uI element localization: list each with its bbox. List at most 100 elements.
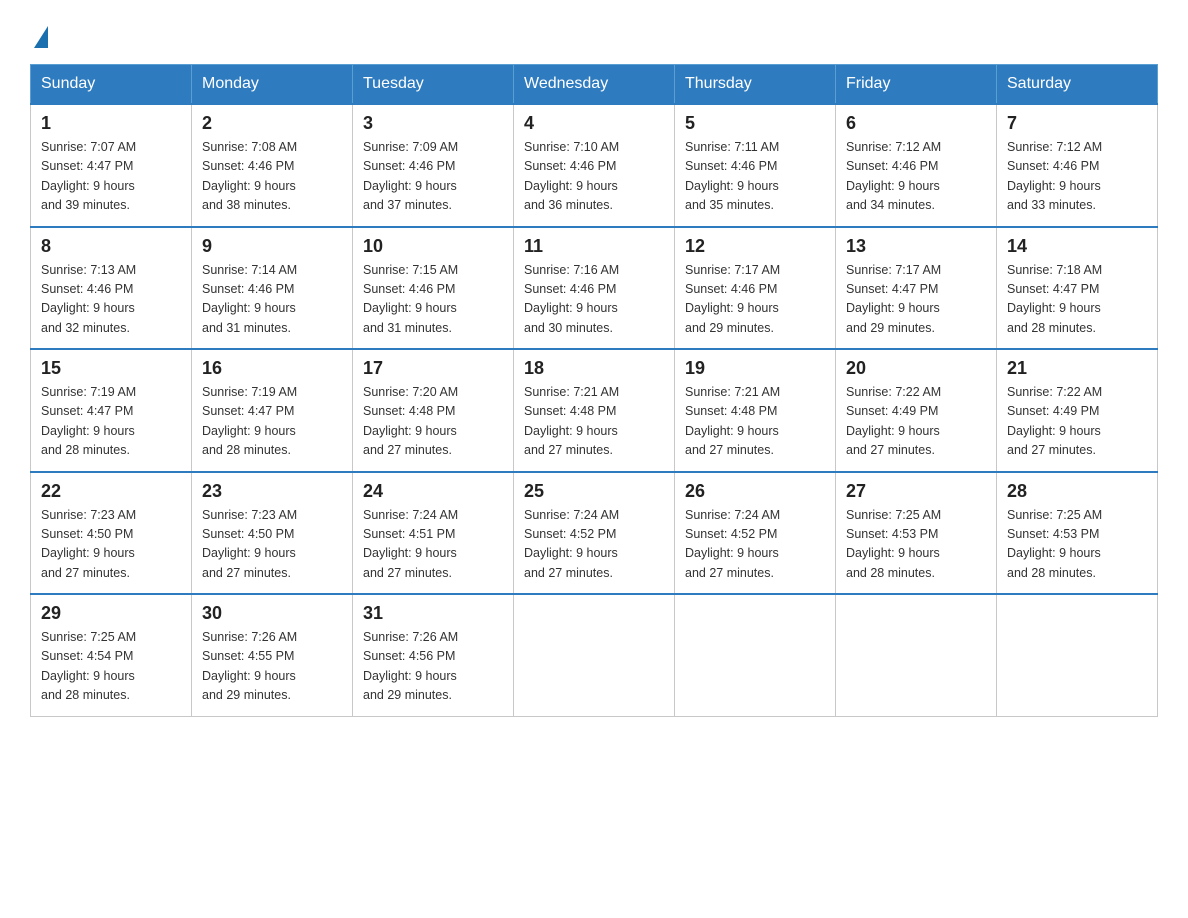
day-info: Sunrise: 7:24 AMSunset: 4:51 PMDaylight:… xyxy=(363,506,503,584)
weekday-header-friday: Friday xyxy=(836,65,997,105)
calendar-cell: 19 Sunrise: 7:21 AMSunset: 4:48 PMDayligh… xyxy=(675,349,836,472)
weekday-header-wednesday: Wednesday xyxy=(514,65,675,105)
calendar-week-row: 22 Sunrise: 7:23 AMSunset: 4:50 PMDayligh… xyxy=(31,472,1158,595)
day-info: Sunrise: 7:17 AMSunset: 4:47 PMDaylight:… xyxy=(846,261,986,339)
weekday-header-monday: Monday xyxy=(192,65,353,105)
calendar-cell xyxy=(997,594,1158,716)
day-info: Sunrise: 7:22 AMSunset: 4:49 PMDaylight:… xyxy=(1007,383,1147,461)
calendar-cell: 16Sunrise: 7:19 AMSunset: 4:47 PMDayligh… xyxy=(192,349,353,472)
calendar-header: SundayMondayTuesdayWednesdayThursdayFrid… xyxy=(31,65,1158,105)
calendar-cell: 9 Sunrise: 7:14 AMSunset: 4:46 PMDaylight… xyxy=(192,227,353,350)
calendar-cell: 6 Sunrise: 7:12 AMSunset: 4:46 PMDaylight… xyxy=(836,104,997,227)
calendar-cell: 20Sunrise: 7:22 AMSunset: 4:49 PMDayligh… xyxy=(836,349,997,472)
day-number: 9 xyxy=(202,236,342,257)
day-number: 26 xyxy=(685,481,825,502)
calendar-cell: 10Sunrise: 7:15 AMSunset: 4:46 PMDayligh… xyxy=(353,227,514,350)
calendar-table: SundayMondayTuesdayWednesdayThursdayFrid… xyxy=(30,64,1158,717)
day-number: 11 xyxy=(524,236,664,257)
day-number: 16 xyxy=(202,358,342,379)
day-info: Sunrise: 7:23 AMSunset: 4:50 PMDaylight:… xyxy=(41,506,181,584)
calendar-cell: 26 Sunrise: 7:24 AMSunset: 4:52 PMDayligh… xyxy=(675,472,836,595)
calendar-cell: 8Sunrise: 7:13 AMSunset: 4:46 PMDaylight… xyxy=(31,227,192,350)
day-info: Sunrise: 7:12 AMSunset: 4:46 PMDaylight:… xyxy=(846,138,986,216)
calendar-week-row: 15Sunrise: 7:19 AMSunset: 4:47 PMDayligh… xyxy=(31,349,1158,472)
day-info: Sunrise: 7:09 AMSunset: 4:46 PMDaylight:… xyxy=(363,138,503,216)
day-number: 14 xyxy=(1007,236,1147,257)
calendar-cell: 31 Sunrise: 7:26 AMSunset: 4:56 PMDayligh… xyxy=(353,594,514,716)
day-number: 31 xyxy=(363,603,503,624)
calendar-cell: 30Sunrise: 7:26 AMSunset: 4:55 PMDayligh… xyxy=(192,594,353,716)
day-info: Sunrise: 7:10 AMSunset: 4:46 PMDaylight:… xyxy=(524,138,664,216)
weekday-header-sunday: Sunday xyxy=(31,65,192,105)
day-info: Sunrise: 7:25 AMSunset: 4:54 PMDaylight:… xyxy=(41,628,181,706)
weekday-header-tuesday: Tuesday xyxy=(353,65,514,105)
calendar-cell: 1 Sunrise: 7:07 AMSunset: 4:47 PMDaylight… xyxy=(31,104,192,227)
day-number: 24 xyxy=(363,481,503,502)
calendar-week-row: 29Sunrise: 7:25 AMSunset: 4:54 PMDayligh… xyxy=(31,594,1158,716)
day-info: Sunrise: 7:17 AMSunset: 4:46 PMDaylight:… xyxy=(685,261,825,339)
calendar-cell xyxy=(514,594,675,716)
calendar-cell: 7 Sunrise: 7:12 AMSunset: 4:46 PMDaylight… xyxy=(997,104,1158,227)
day-number: 30 xyxy=(202,603,342,624)
calendar-cell: 22 Sunrise: 7:23 AMSunset: 4:50 PMDayligh… xyxy=(31,472,192,595)
day-number: 4 xyxy=(524,113,664,134)
calendar-week-row: 1 Sunrise: 7:07 AMSunset: 4:47 PMDaylight… xyxy=(31,104,1158,227)
calendar-cell: 18 Sunrise: 7:21 AMSunset: 4:48 PMDayligh… xyxy=(514,349,675,472)
day-info: Sunrise: 7:24 AMSunset: 4:52 PMDaylight:… xyxy=(685,506,825,584)
day-number: 19 xyxy=(685,358,825,379)
day-number: 8 xyxy=(41,236,181,257)
calendar-cell xyxy=(675,594,836,716)
day-number: 18 xyxy=(524,358,664,379)
day-number: 17 xyxy=(363,358,503,379)
day-number: 6 xyxy=(846,113,986,134)
day-number: 25 xyxy=(524,481,664,502)
calendar-cell: 3 Sunrise: 7:09 AMSunset: 4:46 PMDaylight… xyxy=(353,104,514,227)
calendar-cell: 14 Sunrise: 7:18 AMSunset: 4:47 PMDayligh… xyxy=(997,227,1158,350)
day-number: 15 xyxy=(41,358,181,379)
calendar-cell: 17 Sunrise: 7:20 AMSunset: 4:48 PMDayligh… xyxy=(353,349,514,472)
day-info: Sunrise: 7:07 AMSunset: 4:47 PMDaylight:… xyxy=(41,138,181,216)
day-number: 5 xyxy=(685,113,825,134)
calendar-cell: 11 Sunrise: 7:16 AMSunset: 4:46 PMDayligh… xyxy=(514,227,675,350)
day-info: Sunrise: 7:12 AMSunset: 4:46 PMDaylight:… xyxy=(1007,138,1147,216)
day-info: Sunrise: 7:21 AMSunset: 4:48 PMDaylight:… xyxy=(685,383,825,461)
calendar-cell: 5 Sunrise: 7:11 AMSunset: 4:46 PMDaylight… xyxy=(675,104,836,227)
calendar-week-row: 8Sunrise: 7:13 AMSunset: 4:46 PMDaylight… xyxy=(31,227,1158,350)
day-number: 22 xyxy=(41,481,181,502)
calendar-cell: 13 Sunrise: 7:17 AMSunset: 4:47 PMDayligh… xyxy=(836,227,997,350)
page-header xyxy=(30,20,1158,46)
day-info: Sunrise: 7:21 AMSunset: 4:48 PMDaylight:… xyxy=(524,383,664,461)
day-info: Sunrise: 7:16 AMSunset: 4:46 PMDaylight:… xyxy=(524,261,664,339)
day-number: 7 xyxy=(1007,113,1147,134)
day-info: Sunrise: 7:24 AMSunset: 4:52 PMDaylight:… xyxy=(524,506,664,584)
day-number: 3 xyxy=(363,113,503,134)
day-info: Sunrise: 7:25 AMSunset: 4:53 PMDaylight:… xyxy=(846,506,986,584)
day-info: Sunrise: 7:08 AMSunset: 4:46 PMDaylight:… xyxy=(202,138,342,216)
calendar-cell: 12 Sunrise: 7:17 AMSunset: 4:46 PMDayligh… xyxy=(675,227,836,350)
day-info: Sunrise: 7:26 AMSunset: 4:56 PMDaylight:… xyxy=(363,628,503,706)
calendar-cell: 28Sunrise: 7:25 AMSunset: 4:53 PMDayligh… xyxy=(997,472,1158,595)
day-info: Sunrise: 7:20 AMSunset: 4:48 PMDaylight:… xyxy=(363,383,503,461)
calendar-cell: 24 Sunrise: 7:24 AMSunset: 4:51 PMDayligh… xyxy=(353,472,514,595)
calendar-cell: 23Sunrise: 7:23 AMSunset: 4:50 PMDayligh… xyxy=(192,472,353,595)
calendar-cell: 15Sunrise: 7:19 AMSunset: 4:47 PMDayligh… xyxy=(31,349,192,472)
logo xyxy=(30,20,48,46)
calendar-cell: 4 Sunrise: 7:10 AMSunset: 4:46 PMDaylight… xyxy=(514,104,675,227)
logo-triangle-icon xyxy=(34,26,48,48)
day-info: Sunrise: 7:14 AMSunset: 4:46 PMDaylight:… xyxy=(202,261,342,339)
day-number: 21 xyxy=(1007,358,1147,379)
calendar-body: 1 Sunrise: 7:07 AMSunset: 4:47 PMDaylight… xyxy=(31,104,1158,716)
day-info: Sunrise: 7:22 AMSunset: 4:49 PMDaylight:… xyxy=(846,383,986,461)
day-info: Sunrise: 7:25 AMSunset: 4:53 PMDaylight:… xyxy=(1007,506,1147,584)
day-number: 2 xyxy=(202,113,342,134)
day-number: 12 xyxy=(685,236,825,257)
day-number: 13 xyxy=(846,236,986,257)
day-info: Sunrise: 7:18 AMSunset: 4:47 PMDaylight:… xyxy=(1007,261,1147,339)
calendar-cell xyxy=(836,594,997,716)
day-info: Sunrise: 7:11 AMSunset: 4:46 PMDaylight:… xyxy=(685,138,825,216)
weekday-header-row: SundayMondayTuesdayWednesdayThursdayFrid… xyxy=(31,65,1158,105)
day-number: 1 xyxy=(41,113,181,134)
day-number: 10 xyxy=(363,236,503,257)
calendar-cell: 27Sunrise: 7:25 AMSunset: 4:53 PMDayligh… xyxy=(836,472,997,595)
calendar-cell: 21 Sunrise: 7:22 AMSunset: 4:49 PMDayligh… xyxy=(997,349,1158,472)
